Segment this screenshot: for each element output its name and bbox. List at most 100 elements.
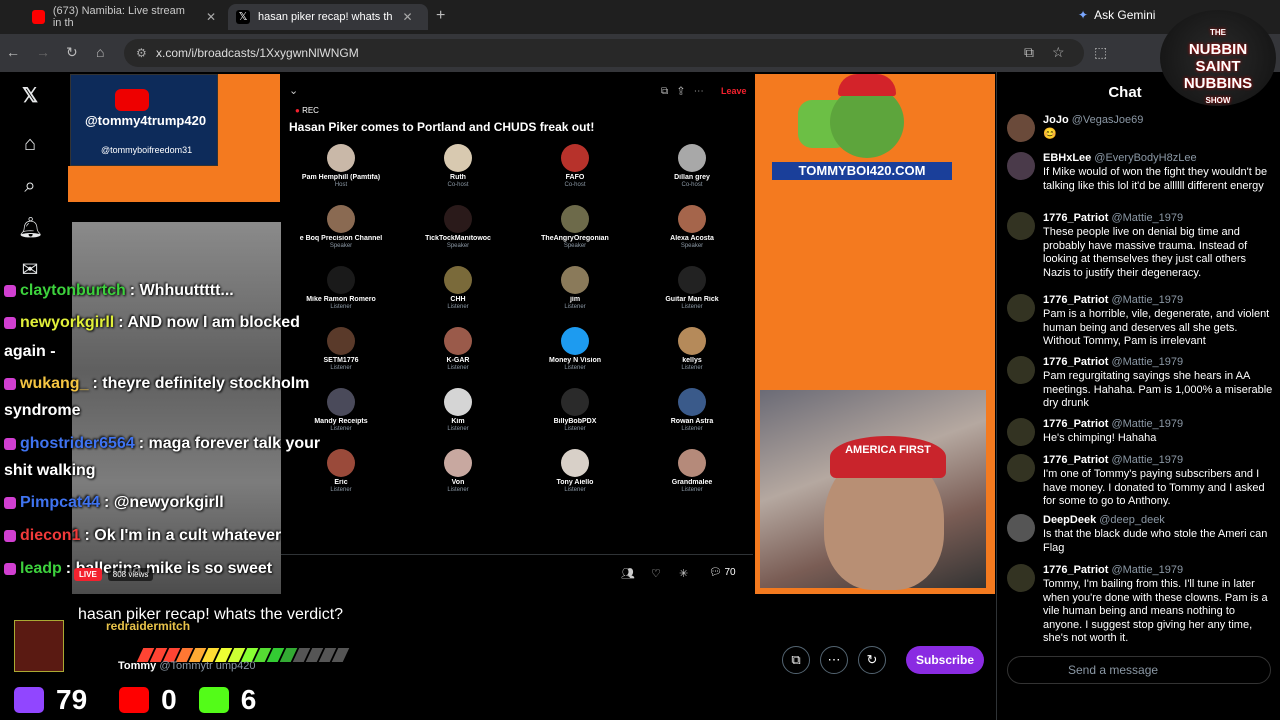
tab-youtube[interactable]: (673) Namibia: Live stream in th ✕: [24, 4, 224, 30]
participant[interactable]: jim Listener: [517, 266, 633, 310]
comments-count[interactable]: 💬︎ 70: [709, 567, 736, 578]
reload-icon[interactable]: ↻: [66, 44, 78, 61]
notifications-icon[interactable]: 🔔︎: [18, 216, 43, 240]
ask-gemini-button[interactable]: ✦ Ask Gemini: [1078, 8, 1155, 22]
participant[interactable]: Mike Ramon Romero Listener: [283, 266, 399, 310]
participant[interactable]: K-GAR Listener: [400, 327, 516, 371]
url-bar[interactable]: ⚙ x.com/i/broadcasts/1XxygwnNlWNGM: [124, 39, 1084, 67]
avatar[interactable]: [1007, 514, 1035, 542]
close-icon[interactable]: ✕: [403, 10, 413, 24]
leave-button[interactable]: Leave: [721, 86, 747, 96]
views-label: 808 views: [107, 568, 154, 581]
avatar[interactable]: [1007, 152, 1035, 180]
share-icon[interactable]: ⇪: [678, 86, 694, 97]
participant[interactable]: FAFO Co-host: [517, 144, 633, 188]
participant[interactable]: TheAngryOregonian Speaker: [517, 205, 633, 249]
more-icon[interactable]: ⋯: [694, 86, 714, 97]
messages-icon[interactable]: ✉: [18, 258, 42, 282]
avatar[interactable]: [1007, 356, 1035, 384]
site-info-icon[interactable]: ⚙: [136, 46, 147, 60]
participant[interactable]: Eric Listener: [283, 449, 399, 493]
chat-input[interactable]: Send a message: [1007, 656, 1271, 684]
chat-author[interactable]: EBHxLee @EveryBodyH8zLee: [1043, 152, 1197, 164]
participant[interactable]: Alexa Acosta Speaker: [634, 205, 750, 249]
avatar[interactable]: [1007, 418, 1035, 446]
participant[interactable]: Kim Listener: [400, 388, 516, 432]
search-icon[interactable]: ⌕: [18, 174, 42, 198]
forward-icon[interactable]: →: [36, 44, 50, 60]
back-icon[interactable]: ←: [6, 44, 20, 60]
participant[interactable]: Rowan Astra Listener: [634, 388, 750, 432]
avatar[interactable]: [1007, 564, 1035, 592]
reaction-icon[interactable]: ♡: [651, 567, 661, 580]
people-icon[interactable]: 👥︎: [621, 567, 635, 580]
participant-name: jim: [569, 296, 581, 303]
reaction-button[interactable]: ↻: [858, 646, 886, 674]
participant-name: Guitar Man Rick: [665, 296, 719, 303]
avatar: [444, 449, 472, 477]
popout-button[interactable]: ⧉: [782, 646, 810, 674]
avatar[interactable]: [1007, 114, 1035, 142]
subscribe-button[interactable]: Subscribe: [906, 646, 984, 674]
chat-author[interactable]: JoJo @VegasJoe69: [1043, 114, 1143, 126]
minimize-icon[interactable]: ⧉: [661, 86, 678, 97]
participant[interactable]: Mandy Receipts Listener: [283, 388, 399, 432]
live-label: LIVE: [74, 568, 102, 581]
participant[interactable]: Guitar Man Rick Listener: [634, 266, 750, 310]
participant[interactable]: Pam Hemphill (Pamtifa) Host: [283, 144, 399, 188]
collapse-icon[interactable]: ⌄: [289, 84, 298, 97]
participant[interactable]: Grandmalee Listener: [634, 449, 750, 493]
participant[interactable]: kellys Listener: [634, 327, 750, 371]
broadcast-user[interactable]: Tommy @Tommytr ump420: [118, 660, 256, 672]
more-button[interactable]: ⋯: [820, 646, 848, 674]
participant[interactable]: Money N Vision Listener: [517, 327, 633, 371]
participant[interactable]: BillyBobPDX Listener: [517, 388, 633, 432]
participant[interactable]: Dillan grey Co-host: [634, 144, 750, 188]
url-text: x.com/i/broadcasts/1XxygwnNlWNGM: [156, 46, 359, 60]
badge-icon: [4, 284, 16, 297]
home-icon[interactable]: ⌂: [96, 44, 104, 60]
participant[interactable]: Ruth Co-host: [400, 144, 516, 188]
chat-text: : AND now I am blocked: [118, 314, 300, 331]
stream-chat-line: newyorkgirll: AND now I am blocked: [4, 314, 300, 332]
avatar: [444, 266, 472, 294]
participant-role: Co-host: [681, 182, 703, 188]
extensions-icon[interactable]: ⬚: [1094, 44, 1107, 61]
participant[interactable]: e Boq Precision Channel Speaker: [283, 205, 399, 249]
chat-author[interactable]: 1776_Patriot @Mattie_1979: [1043, 356, 1183, 368]
participant[interactable]: Tony Aiello Listener: [517, 449, 633, 493]
spaces-panel: ⌄ ⧉⇪⋯ Leave ● REC Hasan Piker comes to P…: [281, 76, 753, 596]
participant[interactable]: CHH Listener: [400, 266, 516, 310]
tab-x[interactable]: 𝕏 hasan piker recap! whats th ✕: [228, 4, 428, 30]
participant[interactable]: TickTockManitowoc Speaker: [400, 205, 516, 249]
avatar[interactable]: [1007, 212, 1035, 240]
participant-role: Speaker: [680, 243, 704, 249]
chat-author[interactable]: 1776_Patriot @Mattie_1979: [1043, 454, 1183, 466]
close-icon[interactable]: ✕: [206, 10, 216, 24]
chat-text: : Whhuuttttt...: [129, 282, 234, 299]
chat-author[interactable]: DeepDeek @deep_deek: [1043, 514, 1165, 526]
participant-name: BillyBobPDX: [553, 418, 597, 425]
install-icon[interactable]: ⧉: [1024, 44, 1034, 61]
x-logo-icon[interactable]: 𝕏: [18, 84, 42, 108]
chat-author[interactable]: 1776_Patriot @Mattie_1979: [1043, 418, 1183, 430]
bookmark-star-icon[interactable]: ☆: [1052, 44, 1065, 61]
chat-author[interactable]: 1776_Patriot @Mattie_1979: [1043, 212, 1183, 224]
participant-name: Tony Aiello: [556, 479, 594, 486]
chat-author[interactable]: 1776_Patriot @Mattie_1979: [1043, 564, 1183, 576]
browser-tabbar: (673) Namibia: Live stream in th ✕ 𝕏 has…: [0, 0, 1280, 34]
participant-role: Listener: [681, 426, 703, 432]
participant[interactable]: SETM1776 Listener: [283, 327, 399, 371]
kick-count: 6: [240, 684, 257, 715]
home-icon[interactable]: ⌂: [18, 132, 42, 156]
participant-name: kellys: [682, 357, 702, 364]
participant[interactable]: Von Listener: [400, 449, 516, 493]
new-tab-button[interactable]: +: [436, 7, 445, 25]
avatar[interactable]: [1007, 294, 1035, 322]
chat-author[interactable]: 1776_Patriot @Mattie_1979: [1043, 294, 1183, 306]
participant-role: Speaker: [563, 243, 587, 249]
participant-role: Listener: [681, 487, 703, 493]
settings-icon[interactable]: ✳: [679, 567, 688, 580]
participant-role: Speaker: [446, 243, 470, 249]
avatar[interactable]: [1007, 454, 1035, 482]
